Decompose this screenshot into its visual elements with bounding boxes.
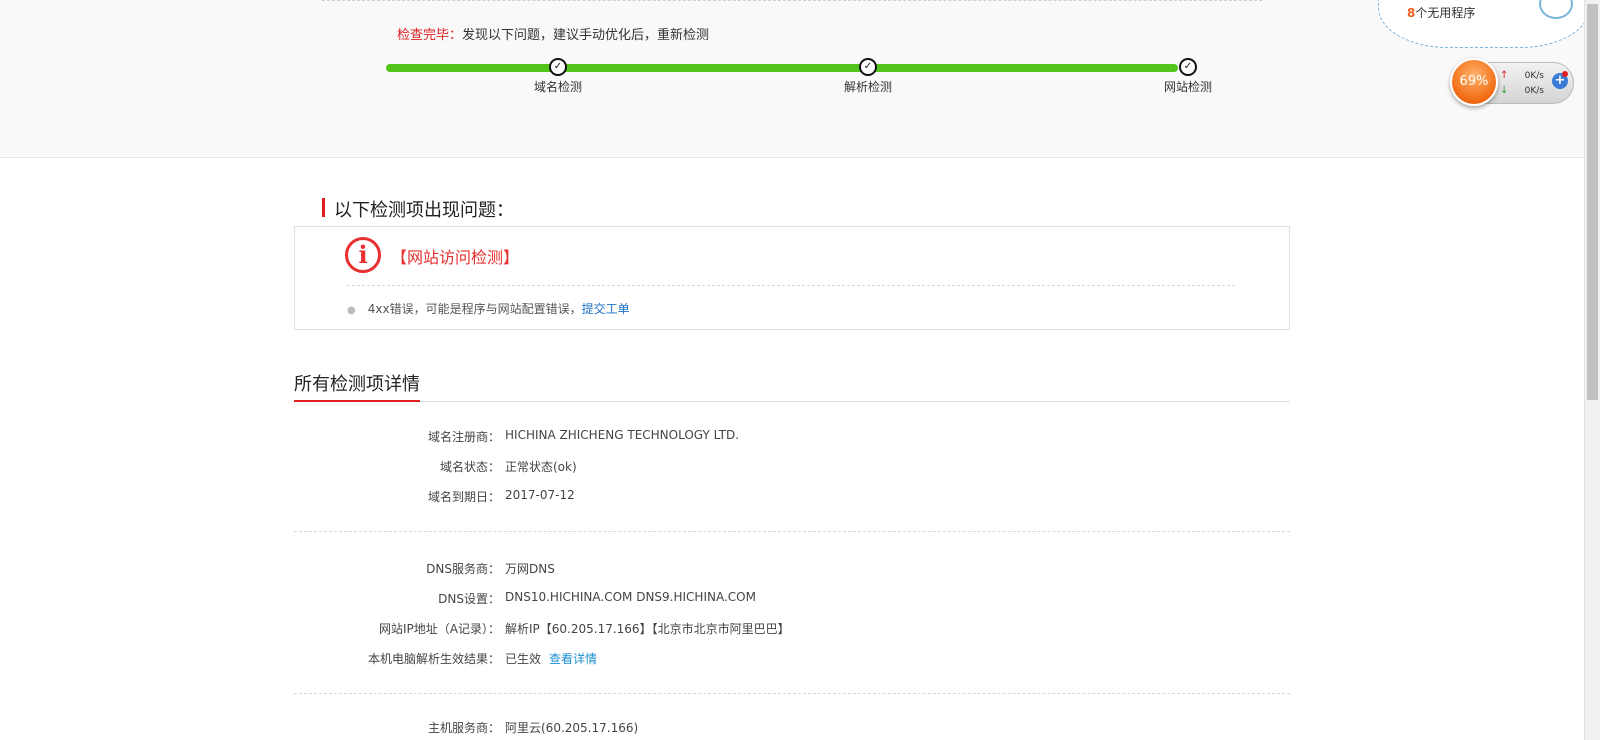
detail-key: 主机服务商： [427, 721, 500, 735]
detail-value: 2017-07-12 [505, 488, 575, 502]
step-label: 网站检测 [1163, 80, 1212, 94]
detail-key: 域名注册商： [427, 430, 500, 444]
detail-row: 主机服务商： 阿里云(60.205.17.166) [294, 719, 1194, 737]
status-line: 检查完毕：发现以下问题，建议手动优化后，重新检测 [397, 24, 709, 43]
download-speed: ↓ 0K/s [1500, 85, 1550, 96]
issue-detail-text: 4xx错误，可能是程序与网站配置错误， [367, 302, 582, 316]
scrollbar[interactable] [1584, 0, 1600, 740]
details-divider [294, 401, 1290, 402]
detail-row: 本机电脑解析生效结果： 已生效 查看详情 [294, 650, 1194, 668]
detail-key: 域名到期日： [427, 490, 500, 504]
check-icon: ✓ [549, 58, 567, 76]
status-message: 发现以下问题，建议手动优化后，重新检测 [462, 28, 710, 43]
download-arrow-icon: ↓ [1500, 85, 1509, 96]
details-heading-underline [294, 400, 420, 402]
group-divider [294, 531, 1290, 532]
top-divider [322, 0, 1262, 1]
info-icon: i [345, 237, 381, 273]
detail-key: 域名状态： [439, 460, 500, 474]
step-label: 解析检测 [843, 80, 892, 94]
detail-value-wrap: 已生效 查看详情 [505, 650, 597, 667]
upload-arrow-icon: ↑ [1500, 70, 1509, 81]
detail-value: 已生效 [505, 652, 542, 666]
detail-value: 解析IP【60.205.17.166】【北京市北京市阿里巴巴】 [505, 622, 790, 636]
check-icon: ✓ [859, 58, 877, 76]
step-label: 域名检测 [533, 80, 582, 94]
detail-row: 域名状态： 正常状态(ok) [294, 458, 1194, 476]
detail-row: 域名到期日： 2017-07-12 [294, 488, 1194, 506]
popup-text: 8个无用程序 [1407, 4, 1475, 21]
detail-key: DNS设置： [438, 592, 500, 606]
memory-orb[interactable]: 69% [1450, 58, 1498, 106]
issues-heading: 以下检测项出现问题： [322, 196, 514, 222]
status-done-label: 检查完毕： [397, 28, 463, 43]
detail-value: 万网DNS [505, 562, 555, 576]
detail-row: 网站IP地址（A记录）： 解析IP【60.205.17.166】【北京市北京市阿… [294, 620, 1194, 638]
detail-row: 域名注册商： HICHINA ZHICHENG TECHNOLOGY LTD. [294, 428, 1194, 446]
group-divider [294, 693, 1290, 694]
check-icon: ✓ [1179, 58, 1197, 76]
issue-detail: ● 4xx错误，可能是程序与网站配置错误，提交工单 [347, 300, 630, 317]
popup-action-circle[interactable] [1539, 0, 1573, 19]
detail-value: HICHINA ZHICHENG TECHNOLOGY LTD. [505, 428, 740, 442]
cleanup-popup[interactable]: 8个无用程序 [1378, 0, 1590, 48]
detail-value: DNS10.HICHINA.COM DNS9.HICHINA.COM [505, 590, 756, 604]
step-website: ✓ 网站检测 [1128, 58, 1248, 95]
detail-row: DNS服务商： 万网DNS [294, 560, 1194, 578]
popup-message: 个无用程序 [1415, 6, 1476, 20]
step-domain: ✓ 域名检测 [498, 58, 618, 95]
detail-row: DNS设置： DNS10.HICHINA.COM DNS9.HICHINA.CO… [294, 590, 1194, 608]
detail-key: 网站IP地址（A记录）： [379, 622, 500, 636]
view-details-link[interactable]: 查看详情 [549, 652, 597, 666]
issue-divider [347, 285, 1235, 286]
submit-ticket-link[interactable]: 提交工单 [582, 302, 630, 316]
detail-value: 正常状态(ok) [505, 460, 577, 474]
upload-value: 0K/s [1524, 71, 1544, 81]
upload-speed: ↑ 0K/s [1500, 70, 1550, 81]
detail-key: DNS服务商： [426, 562, 500, 576]
issue-card: i 【网站访问检测】 ● 4xx错误，可能是程序与网站配置错误，提交工单 [294, 226, 1290, 330]
detail-key: 本机电脑解析生效结果： [367, 652, 500, 666]
issue-title: 【网站访问检测】 [391, 248, 520, 267]
notification-dot [1562, 71, 1568, 77]
bullet-icon: ● [347, 305, 356, 316]
step-dns: ✓ 解析检测 [808, 58, 928, 95]
details-heading: 所有检测项详情 [294, 374, 420, 395]
status-band: 检查完毕：发现以下问题，建议手动优化后，重新检测 ✓ 域名检测 ✓ 解析检测 ✓… [0, 0, 1584, 158]
page: 检查完毕：发现以下问题，建议手动优化后，重新检测 ✓ 域名检测 ✓ 解析检测 ✓… [0, 0, 1600, 740]
download-value: 0K/s [1524, 86, 1544, 96]
scrollbar-thumb[interactable] [1587, 4, 1598, 400]
detail-value: 阿里云(60.205.17.166) [505, 721, 639, 735]
